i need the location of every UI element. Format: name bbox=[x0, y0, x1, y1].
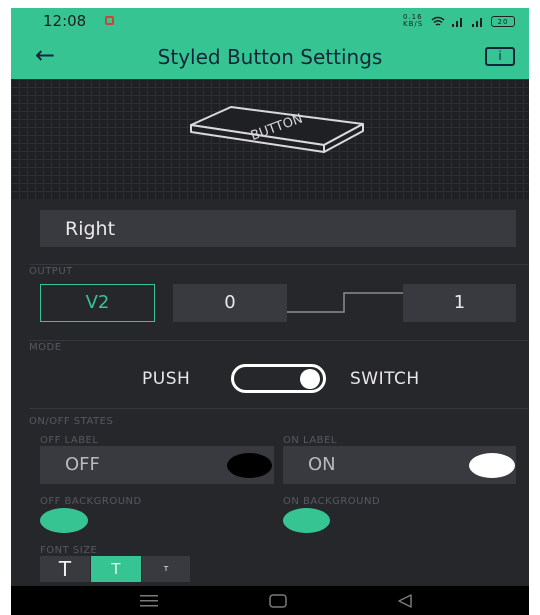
divider bbox=[29, 264, 529, 265]
button-name-value: Right bbox=[65, 218, 116, 240]
wifi-icon bbox=[431, 16, 445, 26]
off-background-title: OFF BACKGROUND bbox=[40, 496, 142, 507]
status-right: 0.16 KB/S 20 bbox=[403, 14, 515, 28]
mode-push-label[interactable]: PUSH bbox=[142, 369, 190, 389]
battery-icon: 20 bbox=[491, 15, 515, 27]
info-button[interactable]: i bbox=[485, 47, 515, 66]
font-size-small-button[interactable]: T bbox=[142, 556, 190, 582]
system-nav-bar bbox=[11, 586, 529, 615]
button-name-field[interactable]: Right bbox=[40, 210, 516, 247]
app-bar: ← Styled Button Settings i bbox=[11, 35, 529, 79]
mode-section-label: MODE bbox=[29, 342, 62, 353]
off-label-field[interactable]: OFF bbox=[40, 446, 274, 484]
off-label-color-swatch[interactable] bbox=[227, 453, 272, 478]
menu-icon[interactable] bbox=[140, 595, 158, 607]
on-label-color-swatch[interactable] bbox=[469, 453, 515, 478]
on-background-title: ON BACKGROUND bbox=[283, 496, 381, 507]
output-min-value[interactable]: 0 bbox=[173, 284, 287, 322]
signal-icon-2 bbox=[472, 17, 482, 27]
battery-level: 20 bbox=[497, 17, 509, 26]
output-section-label: OUTPUT bbox=[29, 266, 73, 277]
button-preview: BUTTON bbox=[190, 106, 364, 153]
network-speed: 0.16 KB/S bbox=[403, 13, 424, 28]
button-preview-area: BUTTON bbox=[11, 79, 529, 199]
font-size-medium-button[interactable]: T bbox=[91, 556, 141, 582]
status-bar: 12:08 0.16 KB/S 20 bbox=[11, 8, 529, 35]
divider bbox=[29, 408, 529, 409]
status-time: 12:08 bbox=[43, 12, 87, 30]
mode-switch-label[interactable]: SWITCH bbox=[350, 369, 420, 389]
page-title: Styled Button Settings bbox=[157, 45, 383, 69]
states-section-label: ON/OFF STATES bbox=[29, 416, 114, 427]
phone-screen: 12:08 0.16 KB/S 20 ← Styled Button Setti… bbox=[11, 8, 529, 615]
notification-icon bbox=[105, 16, 114, 25]
divider bbox=[29, 340, 529, 341]
on-label-title: ON LABEL bbox=[283, 435, 337, 446]
back-icon[interactable] bbox=[397, 594, 413, 608]
on-label-value: ON bbox=[308, 454, 336, 475]
toggle-knob bbox=[300, 369, 320, 389]
signal-icon bbox=[452, 17, 462, 27]
pin-selector[interactable]: V2 bbox=[40, 284, 155, 322]
on-label-field[interactable]: ON bbox=[283, 446, 516, 484]
output-range-line bbox=[287, 292, 403, 313]
font-size-large-button[interactable]: T bbox=[40, 556, 90, 582]
off-background-color-swatch[interactable] bbox=[40, 508, 88, 533]
font-size-section-label: FONT SIZE bbox=[40, 545, 98, 556]
off-label-title: OFF LABEL bbox=[40, 435, 99, 446]
off-label-value: OFF bbox=[65, 454, 100, 475]
on-background-color-swatch[interactable] bbox=[283, 508, 330, 533]
mode-toggle-switch[interactable] bbox=[231, 364, 326, 393]
home-icon[interactable] bbox=[269, 594, 287, 608]
output-max-value[interactable]: 1 bbox=[403, 284, 516, 322]
